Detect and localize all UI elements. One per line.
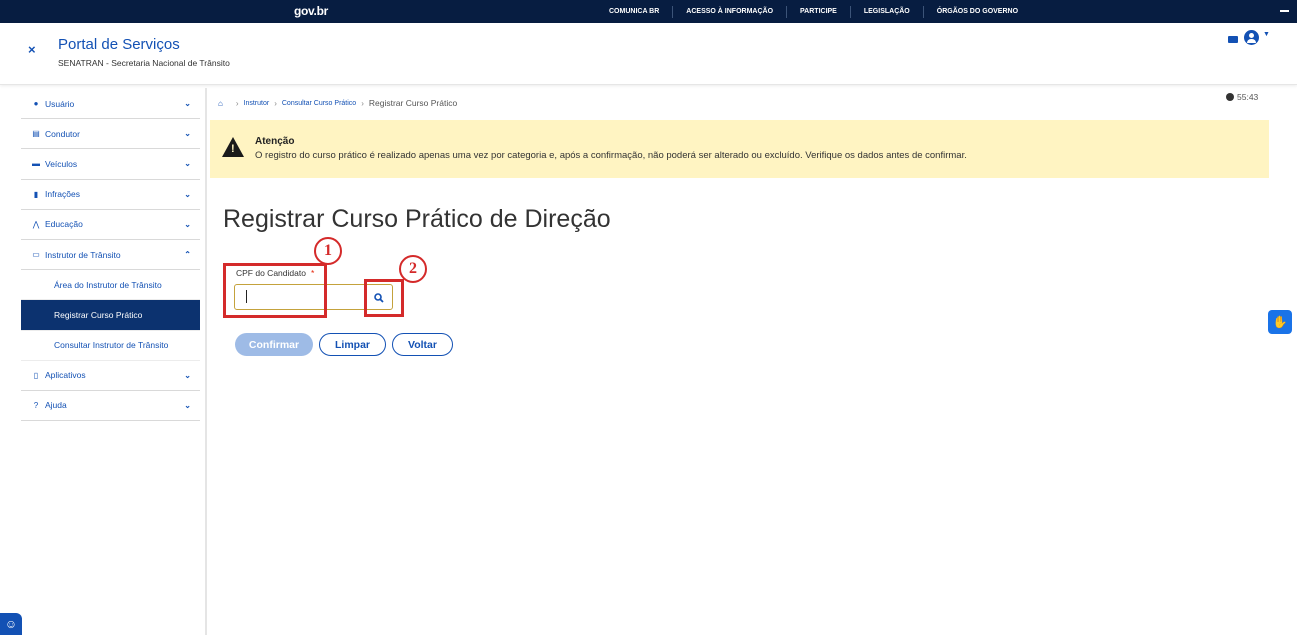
clock-icon [1226, 93, 1234, 101]
chevron-right-icon: › [274, 98, 277, 108]
confirm-button[interactable]: Confirmar [235, 333, 313, 356]
warning-icon: ! [222, 137, 244, 157]
back-button[interactable]: Voltar [392, 333, 453, 356]
sidebar-item-aplicativos[interactable]: ▯ Aplicativos ⌄ [21, 361, 200, 391]
gov-link-orgaos[interactable]: ÓRGÃOS DO GOVERNO [922, 5, 1031, 18]
sidebar-item-label: Instrutor de Trânsito [45, 249, 121, 260]
breadcrumb: ⌂ › Instrutor › Consultar Curso Prático … [218, 98, 457, 108]
sidebar-item-infracoes[interactable]: ▮ Infrações ⌄ [21, 180, 200, 210]
user-icon: ● [33, 99, 39, 109]
sidebar-item-label: Infrações [45, 189, 80, 200]
sidebar-item-label: Condutor [45, 128, 80, 139]
phone-icon: ▯ [33, 370, 39, 380]
alert-text: O registro do curso prático é realizado … [255, 150, 967, 161]
chevron-down-icon: ⌄ [184, 189, 191, 199]
chevron-down-icon: ⌄ [184, 370, 191, 380]
gov-link-comunica[interactable]: COMUNICA BR [596, 6, 672, 18]
minimize-icon[interactable] [1280, 10, 1289, 12]
car-icon: ▬ [32, 159, 40, 169]
chevron-right-icon: › [235, 98, 239, 108]
sidebar-item-condutor[interactable]: ▤ Condutor ⌄ [21, 119, 200, 150]
session-timer: 55:43 [1226, 92, 1258, 102]
chevron-right-icon: › [361, 98, 364, 108]
site-header: × Portal de Serviços SENATRAN - Secretar… [0, 23, 1297, 85]
sidebar-item-label: Aplicativos [45, 370, 86, 381]
chevron-down-icon: ⌄ [184, 99, 191, 108]
annotation-box-2 [364, 279, 404, 317]
sidebar-item-label: Veículos [45, 158, 78, 169]
mail-icon[interactable] [1228, 36, 1238, 43]
portal-subtitle: SENATRAN - Secretaria Nacional de Trânsi… [58, 58, 230, 68]
id-card-icon: ▤ [32, 129, 40, 139]
sidebar-item-instrutor[interactable]: ▭ Instrutor de Trânsito ⌃ [21, 240, 200, 271]
sidebar-subitem-area-instrutor[interactable]: Área do Instrutor de Trânsito [21, 270, 200, 301]
sidebar-item-label: Educação [45, 219, 83, 230]
close-menu-button[interactable]: × [28, 42, 36, 57]
session-timer-value: 55:43 [1237, 92, 1259, 102]
warning-alert: ! Atenção O registro do curso prático é … [210, 120, 1269, 178]
breadcrumb-consultar-curso[interactable]: Consultar Curso Prático [282, 100, 356, 107]
chevron-down-icon[interactable]: ▼ [1263, 31, 1270, 38]
chevron-down-icon: ⌄ [184, 129, 191, 139]
gov-link-acesso-informacao[interactable]: ACESSO À INFORMAÇÃO [672, 5, 786, 18]
home-icon[interactable]: ⌂ [218, 99, 223, 108]
sidebar-divider [205, 88, 207, 635]
sidebar-subitem-consultar-instrutor[interactable]: Consultar Instrutor de Trânsito [21, 331, 200, 361]
chevron-down-icon: ⌄ [184, 400, 191, 410]
sidebar-item-usuario[interactable]: ● Usuário ⌄ [21, 89, 200, 120]
gov-link-participe[interactable]: PARTICIPE [786, 5, 850, 18]
accessibility-icon[interactable]: ☺ [0, 613, 22, 635]
page-title: Registrar Curso Prático de Direção [223, 205, 611, 233]
help-icon: ? [33, 400, 39, 410]
chevron-up-icon: ⌃ [184, 249, 191, 259]
annotation-box-1 [223, 263, 327, 318]
gov-link-legislacao[interactable]: LEGISLAÇÃO [849, 5, 923, 18]
annotation-number-1: 1 [314, 237, 342, 265]
document-icon: ▮ [33, 189, 39, 199]
sidebar-item-educacao[interactable]: ⋀ Educação ⌄ [21, 210, 200, 240]
gov-bar: gov.br COMUNICA BR ACESSO À INFORMAÇÃO P… [0, 0, 1297, 23]
chevron-down-icon: ⌄ [184, 219, 191, 229]
vlibras-hand-icon[interactable]: ✋ [1268, 310, 1292, 334]
annotation-number-2: 2 [399, 255, 427, 283]
sidebar-item-ajuda[interactable]: ? Ajuda ⌄ [21, 391, 200, 422]
govbr-logo[interactable]: gov.br [294, 4, 328, 18]
alert-title: Atenção [255, 136, 295, 147]
portal-title[interactable]: Portal de Serviços [58, 36, 180, 53]
road-icon: ⋀ [32, 219, 40, 229]
sidebar-menu: ● Usuário ⌄ ▤ Condutor ⌄ ▬ Veículos ⌄ ▮ … [21, 89, 200, 422]
gov-links: COMUNICA BR ACESSO À INFORMAÇÃO PARTICIP… [596, 0, 1031, 23]
sidebar-item-label: Ajuda [45, 400, 67, 411]
clear-button[interactable]: Limpar [319, 333, 386, 356]
sidebar-item-label: Usuário [45, 98, 75, 109]
breadcrumb-current: Registrar Curso Prático [368, 98, 458, 108]
breadcrumb-instrutor[interactable]: Instrutor [244, 100, 270, 107]
instructor-icon: ▭ [32, 250, 40, 260]
sidebar-item-veiculos[interactable]: ▬ Veículos ⌄ [21, 149, 200, 180]
user-avatar-icon[interactable] [1244, 30, 1259, 45]
chevron-down-icon: ⌄ [184, 159, 191, 169]
sidebar-subitem-registrar-curso[interactable]: Registrar Curso Prático [21, 300, 200, 331]
